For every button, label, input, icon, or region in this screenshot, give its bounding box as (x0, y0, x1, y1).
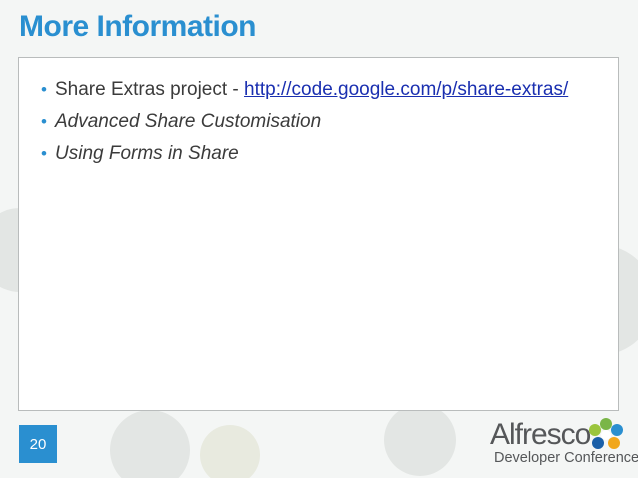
content-panel: • Share Extras project - http://code.goo… (18, 57, 619, 411)
share-extras-link[interactable]: http://code.google.com/p/share-extras/ (244, 79, 568, 100)
bullet-item-using-forms: • Using Forms in Share (41, 142, 601, 166)
flower-logo-icon (589, 418, 623, 449)
bullet-text: Using Forms in Share (55, 143, 239, 164)
page-number: 20 (19, 425, 57, 463)
alfresco-logo: Alfresco Developer Conference (490, 416, 638, 472)
bullet-text: Share Extras project - (55, 79, 245, 100)
slide-title: More Information (19, 10, 257, 43)
bullet-item-advanced-customisation: • Advanced Share Customisation (41, 110, 601, 134)
bullet-icon: • (41, 144, 47, 163)
bullet-item-share-extras: • Share Extras project - http://code.goo… (41, 78, 601, 102)
brand-name: Alfresco (490, 418, 591, 451)
bullet-text: Advanced Share Customisation (55, 111, 322, 132)
bullet-list: • Share Extras project - http://code.goo… (41, 78, 601, 174)
bullet-icon: • (41, 112, 47, 131)
brand-subtitle: Developer Conference (494, 450, 638, 466)
bullet-icon: • (41, 80, 47, 99)
